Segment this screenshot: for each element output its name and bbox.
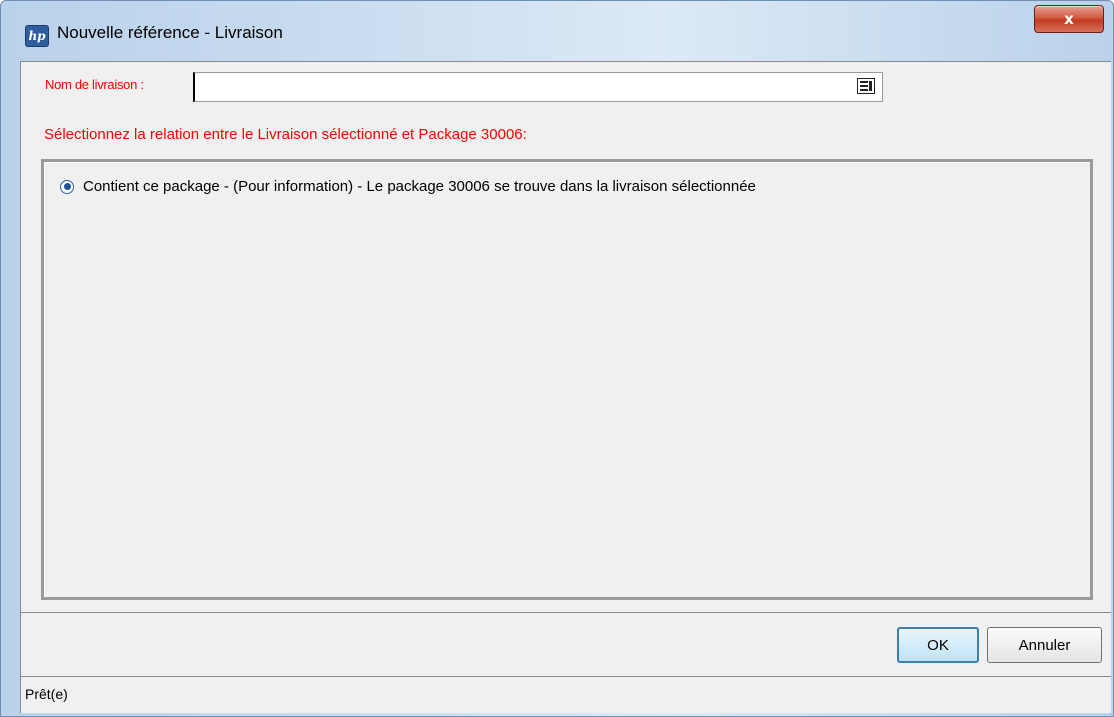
relation-option-label: Contient ce package - (Pour information)… [83,178,756,195]
relation-prompt: Sélectionnez la relation entre le Livrai… [44,126,527,143]
close-button[interactable]: x [1034,5,1104,33]
hp-logo-icon: hp [25,25,49,47]
window-title: Nouvelle référence - Livraison [57,23,283,42]
dialog-window: hp Nouvelle référence - Livraison x Nom … [0,0,1114,717]
status-bar: Prêt(e) [21,678,1111,713]
radio-selected-icon[interactable] [60,179,74,194]
relation-option[interactable]: Contient ce package - (Pour information)… [60,178,756,195]
status-divider [21,676,1111,677]
list-picker-icon[interactable] [857,78,875,94]
cancel-button[interactable]: Annuler [987,627,1102,663]
title-bar[interactable]: hp Nouvelle référence - Livraison x [1,1,1113,61]
delivery-name-input[interactable] [193,72,883,102]
dialog-body: Nom de livraison : Sélectionnez la relat… [20,61,1111,713]
ok-button[interactable]: OK [897,627,979,663]
relations-panel: Contient ce package - (Pour information)… [41,159,1093,600]
button-divider [21,612,1111,613]
status-text: Prêt(e) [25,686,68,702]
name-field-label: Nom de livraison : [45,77,144,92]
